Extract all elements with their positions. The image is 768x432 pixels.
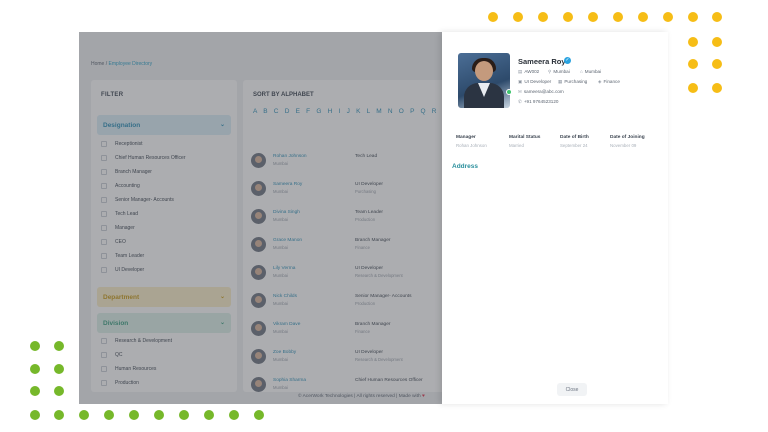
briefcase-icon: ▣	[518, 79, 523, 84]
phone-icon: ✆	[518, 99, 522, 104]
profile-branch: ⌂ Mumbai	[580, 69, 602, 74]
detail-label: Manager	[456, 135, 476, 140]
dot	[538, 12, 548, 22]
dot	[663, 12, 673, 22]
detail-value: Married	[509, 143, 524, 148]
dot	[488, 12, 498, 22]
dot	[30, 364, 40, 374]
verified-icon: ✓	[564, 57, 571, 64]
profile-phone[interactable]: ✆ +91 9764523120	[518, 99, 558, 105]
modal-backdrop[interactable]	[79, 32, 442, 404]
dot	[588, 12, 598, 22]
dot	[688, 12, 698, 22]
profile-division: ◈ Finance	[598, 79, 620, 84]
dot	[179, 410, 189, 420]
detail-label: Marital Status	[509, 135, 541, 140]
detail-date-of-joining: Date of Joining November 09	[610, 135, 645, 148]
online-status-icon	[506, 89, 512, 95]
screenshot-stage: Home / Employee Directory FILTER Designa…	[0, 0, 768, 432]
detail-label: Date of Joining	[610, 135, 645, 140]
profile-department: ▦ Purchasing	[558, 79, 588, 84]
profile-name: Sameera Roy	[518, 57, 566, 66]
mail-icon: ✉	[518, 89, 522, 94]
dot	[30, 410, 40, 420]
dot	[54, 364, 64, 374]
detail-date-of-birth: Date of Birth September 24	[560, 135, 589, 148]
dot	[513, 12, 523, 22]
employee-id: ▤ AW002	[518, 69, 540, 74]
dot	[712, 37, 722, 47]
detail-manager: Manager Rohan Johnson	[456, 135, 487, 148]
detail-value: Rohan Johnson	[456, 143, 487, 148]
profile-photo	[458, 53, 510, 108]
dot	[30, 386, 40, 396]
dot	[30, 341, 40, 351]
dot	[688, 37, 698, 47]
close-button[interactable]: Close	[557, 383, 587, 396]
dot	[54, 341, 64, 351]
detail-label: Date of Birth	[560, 135, 589, 140]
dot	[54, 386, 64, 396]
dot	[229, 410, 239, 420]
dot	[129, 410, 139, 420]
dot	[712, 59, 722, 69]
building-icon: ▦	[558, 79, 563, 84]
dot	[563, 12, 573, 22]
employee-detail-panel: Sameera Roy ✓ ▤ AW002 ⚲ Mumbai ⌂ Mumbai ▣ UI…	[442, 32, 668, 404]
dot	[154, 410, 164, 420]
profile-designation: ▣ UI Developer	[518, 79, 552, 84]
detail-marital-status: Marital Status Married	[509, 135, 540, 148]
profile-email[interactable]: ✉ sameera@abc.com	[518, 89, 564, 95]
dot	[712, 83, 722, 93]
location-icon: ⚲	[548, 69, 552, 74]
dot	[688, 83, 698, 93]
dot	[712, 12, 722, 22]
dot	[688, 59, 698, 69]
detail-value: November 09	[610, 143, 637, 148]
dot	[54, 410, 64, 420]
dot	[204, 410, 214, 420]
dot	[104, 410, 114, 420]
division-icon: ◈	[598, 79, 602, 84]
address-heading: Address	[452, 163, 479, 170]
profile-location: ⚲ Mumbai	[548, 69, 570, 74]
dot	[254, 410, 264, 420]
branch-icon: ⌂	[580, 69, 583, 74]
id-icon: ▤	[518, 69, 523, 74]
dot	[613, 12, 623, 22]
dot	[638, 12, 648, 22]
dot	[79, 410, 89, 420]
detail-value: September 24	[560, 143, 588, 148]
